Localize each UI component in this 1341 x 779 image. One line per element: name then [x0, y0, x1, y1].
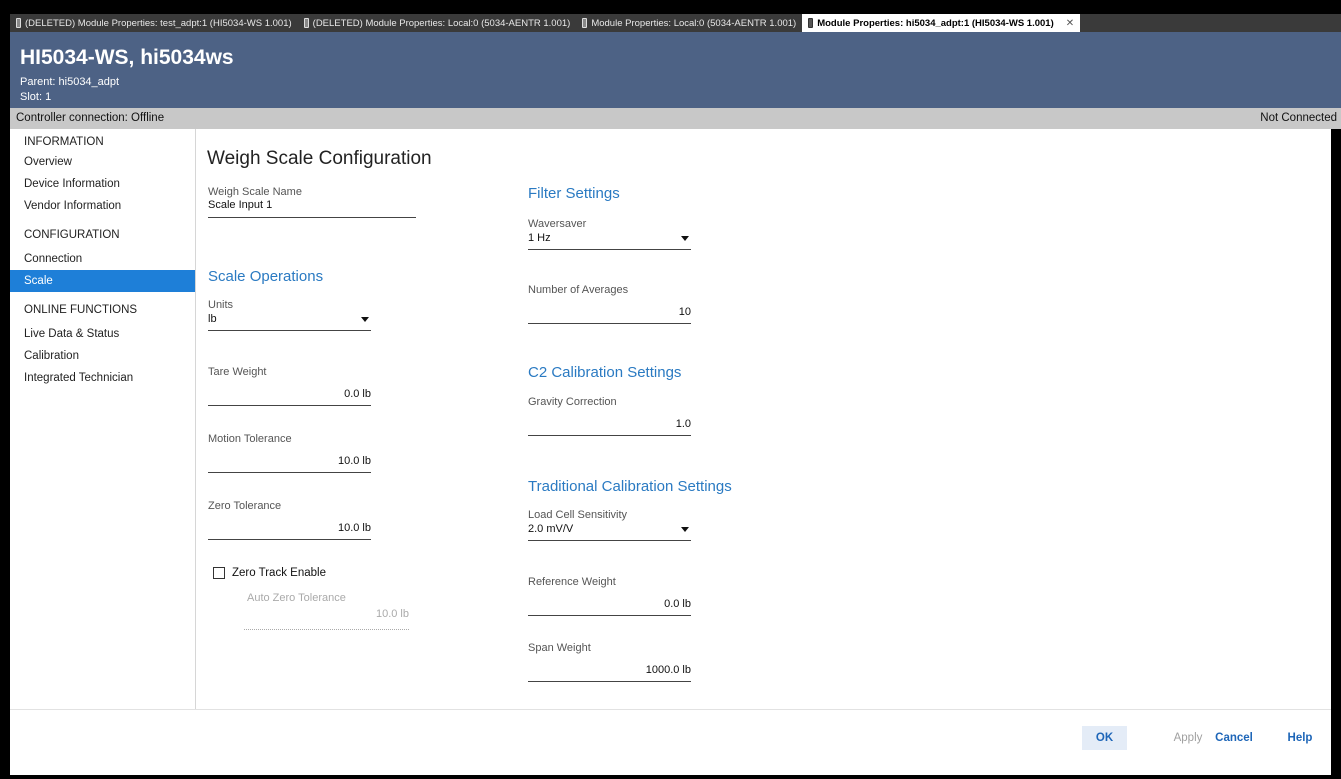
sidebar-item-calibration[interactable]: Calibration	[10, 345, 195, 367]
gravity-correction-input[interactable]: 1.0	[528, 408, 691, 436]
page-title: Weigh Scale Configuration	[207, 148, 432, 169]
waversaver-value: 1 Hz	[528, 232, 551, 244]
sidebar-section-online-functions: ONLINE FUNCTIONS	[24, 304, 138, 316]
reference-weight-value: 0.0 lb	[664, 598, 691, 610]
tab-label: Module Properties: Local:0 (5034-AENTR 1…	[591, 17, 797, 29]
sidebar-section-configuration: CONFIGURATION	[24, 229, 120, 241]
sidebar-item-integrated-technician[interactable]: Integrated Technician	[10, 367, 195, 389]
reference-weight-label: Reference Weight	[528, 576, 616, 588]
motion-tolerance-field: Motion Tolerance 10.0 lb	[208, 433, 371, 473]
motion-tolerance-value: 10.0 lb	[337, 455, 371, 467]
controller-connection-status: Controller connection: Offline	[16, 112, 165, 124]
module-icon	[303, 18, 309, 28]
load-cell-sensitivity-dropdown[interactable]: 2.0 mV/V	[528, 521, 691, 541]
connection-state: Not Connected	[1260, 112, 1337, 124]
sidebar-item-vendor-information[interactable]: Vendor Information	[10, 195, 195, 217]
auto-zero-tolerance-value: 10.0 lb	[375, 608, 409, 620]
module-slot: Slot: 1	[20, 91, 52, 103]
gravity-correction-value: 1.0	[675, 418, 691, 430]
dialog-footer: OK Apply Cancel Help	[10, 709, 1331, 775]
module-icon	[582, 18, 588, 28]
sidebar-item-scale[interactable]: Scale	[10, 270, 195, 292]
tab-label: Module Properties: hi5034_adpt:1 (HI5034…	[817, 17, 1054, 29]
zero-track-enable-label: Zero Track Enable	[232, 567, 326, 579]
units-field: Units lb	[208, 299, 371, 331]
sidebar-item-live-data-status[interactable]: Live Data & Status	[10, 323, 195, 345]
status-bar: Controller connection: Offline Not Conne…	[10, 108, 1341, 129]
sidebar-item-overview[interactable]: Overview	[10, 151, 195, 173]
cancel-button[interactable]: Cancel	[1209, 726, 1259, 750]
tare-weight-input[interactable]: 0.0 lb	[208, 378, 371, 406]
number-of-averages-field: Number of Averages 10	[528, 284, 691, 324]
waversaver-dropdown[interactable]: 1 Hz	[528, 230, 691, 250]
chevron-down-icon	[681, 527, 689, 532]
zero-tolerance-input[interactable]: 10.0 lb	[208, 512, 371, 540]
load-cell-sensitivity-value: 2.0 mV/V	[528, 523, 574, 535]
waversaver-label: Waversaver	[528, 218, 587, 230]
sidebar: INFORMATION Overview Device Information …	[10, 129, 196, 709]
motion-tolerance-label: Motion Tolerance	[208, 433, 292, 445]
number-of-averages-input[interactable]: 10	[528, 296, 691, 324]
auto-zero-tolerance-label: Auto Zero Tolerance	[247, 592, 346, 604]
zero-tolerance-value: 10.0 lb	[337, 522, 371, 534]
tab-strip: (DELETED) Module Properties: test_adpt:1…	[10, 14, 1341, 32]
scale-operations-heading: Scale Operations	[208, 268, 324, 285]
number-of-averages-label: Number of Averages	[528, 284, 629, 296]
module-icon	[808, 18, 814, 28]
gravity-correction-field: Gravity Correction 1.0	[528, 396, 691, 436]
tab-hi5034-adpt[interactable]: Module Properties: hi5034_adpt:1 (HI5034…	[802, 14, 1081, 32]
span-weight-label: Span Weight	[528, 642, 591, 654]
sidebar-section-information: INFORMATION	[24, 136, 104, 148]
tab-label: (DELETED) Module Properties: Local:0 (50…	[312, 17, 571, 29]
units-dropdown[interactable]: lb	[208, 311, 371, 331]
number-of-averages-value: 10	[678, 306, 691, 318]
module-icon	[16, 18, 21, 28]
tab-deleted-test-adpt[interactable]: (DELETED) Module Properties: test_adpt:1…	[10, 14, 298, 32]
close-icon[interactable]: ✕	[1066, 18, 1074, 29]
tab-label: (DELETED) Module Properties: test_adpt:1…	[25, 17, 292, 29]
tab-deleted-local-0[interactable]: (DELETED) Module Properties: Local:0 (50…	[298, 14, 577, 32]
units-label: Units	[208, 299, 234, 311]
load-cell-sensitivity-field: Load Cell Sensitivity 2.0 mV/V	[528, 509, 691, 541]
zero-tolerance-field: Zero Tolerance 10.0 lb	[208, 500, 371, 540]
sidebar-item-device-information[interactable]: Device Information	[10, 173, 195, 195]
zero-tolerance-label: Zero Tolerance	[208, 500, 282, 512]
scale-config-content: Weigh Scale Configuration Weigh Scale Na…	[197, 129, 1331, 709]
tare-weight-label: Tare Weight	[208, 366, 267, 378]
gravity-correction-label: Gravity Correction	[528, 396, 617, 408]
reference-weight-field: Reference Weight 0.0 lb	[528, 576, 691, 616]
module-header: HI5034-WS, hi5034ws Parent: hi5034_adpt …	[10, 32, 1341, 108]
load-cell-sensitivity-label: Load Cell Sensitivity	[528, 509, 628, 521]
auto-zero-tolerance-field: Auto Zero Tolerance 10.0 lb	[244, 592, 409, 630]
main-panel: INFORMATION Overview Device Information …	[10, 129, 1331, 709]
sidebar-item-connection[interactable]: Connection	[10, 248, 195, 270]
module-title: HI5034-WS, hi5034ws	[20, 46, 234, 69]
traditional-calibration-heading: Traditional Calibration Settings	[528, 478, 732, 495]
span-weight-value: 1000.0 lb	[645, 664, 691, 676]
reference-weight-input[interactable]: 0.0 lb	[528, 588, 691, 616]
checkbox-box[interactable]	[213, 567, 225, 579]
span-weight-field: Span Weight 1000.0 lb	[528, 642, 691, 682]
ok-button[interactable]: OK	[1082, 726, 1127, 750]
zero-track-enable-checkbox[interactable]: Zero Track Enable	[213, 567, 326, 579]
weigh-scale-name-field: Weigh Scale Name Scale Input 1	[208, 186, 416, 218]
chevron-down-icon	[681, 236, 689, 241]
auto-zero-tolerance-input: 10.0 lb	[244, 604, 409, 630]
chevron-down-icon	[361, 317, 369, 322]
apply-button[interactable]: Apply	[1168, 726, 1208, 750]
waversaver-field: Waversaver 1 Hz	[528, 218, 691, 250]
tare-weight-field: Tare Weight 0.0 lb	[208, 366, 371, 406]
weigh-scale-name-value: Scale Input 1	[208, 199, 273, 211]
units-value: lb	[208, 313, 217, 325]
span-weight-input[interactable]: 1000.0 lb	[528, 654, 691, 682]
weigh-scale-name-input[interactable]: Scale Input 1	[208, 198, 416, 218]
motion-tolerance-input[interactable]: 10.0 lb	[208, 445, 371, 473]
tare-weight-value: 0.0 lb	[344, 388, 371, 400]
help-button[interactable]: Help	[1280, 726, 1320, 750]
tab-local-0[interactable]: Module Properties: Local:0 (5034-AENTR 1…	[576, 14, 802, 32]
weigh-scale-name-label: Weigh Scale Name	[208, 186, 302, 198]
c2-calibration-heading: C2 Calibration Settings	[528, 364, 682, 381]
module-parent: Parent: hi5034_adpt	[20, 76, 120, 88]
filter-settings-heading: Filter Settings	[528, 185, 620, 202]
